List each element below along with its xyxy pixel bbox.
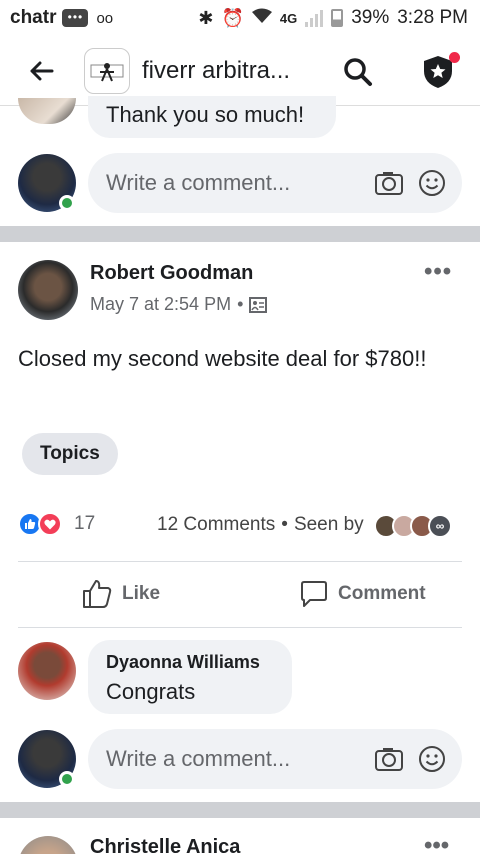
comment-bubble: Dyaonna Williams Congrats [88,640,292,714]
carrier-name: chatr [10,7,57,28]
signal-icon [305,9,324,27]
post-author-name[interactable]: Robert Goodman [90,262,253,285]
seen-more-badge: ∞ [428,514,452,538]
stats-separator: • [281,514,288,535]
battery-icon [331,9,344,27]
feed-separator [0,802,480,818]
online-indicator [59,195,75,211]
post-stats: 12 Comments • Seen by [157,514,364,536]
camera-icon[interactable] [374,170,404,196]
avatar[interactable] [18,98,76,124]
seen-by-label[interactable]: Seen by [294,514,364,536]
like-label: Like [122,583,161,604]
group-logo-icon [90,62,124,81]
post-text: Closed my second website deal for $780!! [18,346,427,371]
post-timestamp[interactable]: May 7 at 2:54 PM [90,294,231,315]
group-thumbnail[interactable] [84,47,130,94]
camera-icon[interactable] [374,746,404,772]
battery-percent: 39% [351,7,390,28]
search-button[interactable] [336,50,380,94]
post-author-avatar[interactable] [18,836,78,854]
comment-text: Thank you so much! [106,102,305,127]
status-indicators: ✱ ⏰ 4G 39% 3:28 PM [198,0,468,36]
divider [18,627,462,628]
post-author-avatar[interactable] [18,260,78,320]
comment-bubble: Thank you so much! [88,96,336,138]
divider [18,561,462,562]
thumbs-up-icon [83,580,112,608]
voicemail-icon: oo [96,9,114,27]
meta-separator: • [237,294,244,314]
group-privacy-icon [249,296,268,313]
comment-placeholder: Write a comment... [106,746,291,771]
comment-button[interactable]: Comment [300,576,426,612]
clock: 3:28 PM [397,7,468,28]
group-title[interactable]: fiverr arbitra... [142,57,290,85]
topics-button[interactable]: Topics [22,433,118,475]
notification-badge [449,52,460,63]
comment-placeholder: Write a comment... [106,170,291,195]
comment-input[interactable]: Write a comment... [88,153,462,213]
post-meta: May 7 at 2:54 PM • [90,294,268,315]
commenter-avatar[interactable] [18,642,76,700]
online-indicator [59,771,75,787]
network-type: 4G [279,10,298,26]
seen-by-avatars[interactable]: ∞ [374,514,452,538]
feed-separator [0,226,480,242]
emoji-icon[interactable] [418,169,446,197]
post-author-name[interactable]: Christelle Anica [90,836,240,854]
back-arrow-icon [30,61,54,80]
status-bar: chatr ••• oo ✱ ⏰ 4G 39% 3:28 PM [0,0,480,36]
more-notifications-icon: ••• [62,9,89,27]
bluetooth-icon: ✱ [198,7,214,28]
search-icon [344,58,372,86]
love-reaction-icon [38,512,62,536]
back-button[interactable] [22,51,62,91]
comment-icon [301,581,327,607]
comments-count[interactable]: 12 Comments [157,514,275,536]
comment-input[interactable]: Write a comment... [88,729,462,789]
post-more-options-button[interactable]: ••• [424,832,449,854]
reaction-count: 17 [74,513,96,534]
emoji-icon[interactable] [418,745,446,773]
comment-author[interactable]: Dyaonna Williams [106,652,260,673]
post-more-options-button[interactable]: ••• [424,258,452,286]
reactions-summary[interactable]: 17 [18,512,95,536]
wifi-icon [251,8,272,29]
comment-text: Congrats [106,679,196,704]
admin-tools-button[interactable] [414,50,462,94]
comment-label: Comment [338,583,426,604]
alarm-icon: ⏰ [221,7,244,28]
like-button[interactable]: Like [82,576,160,612]
